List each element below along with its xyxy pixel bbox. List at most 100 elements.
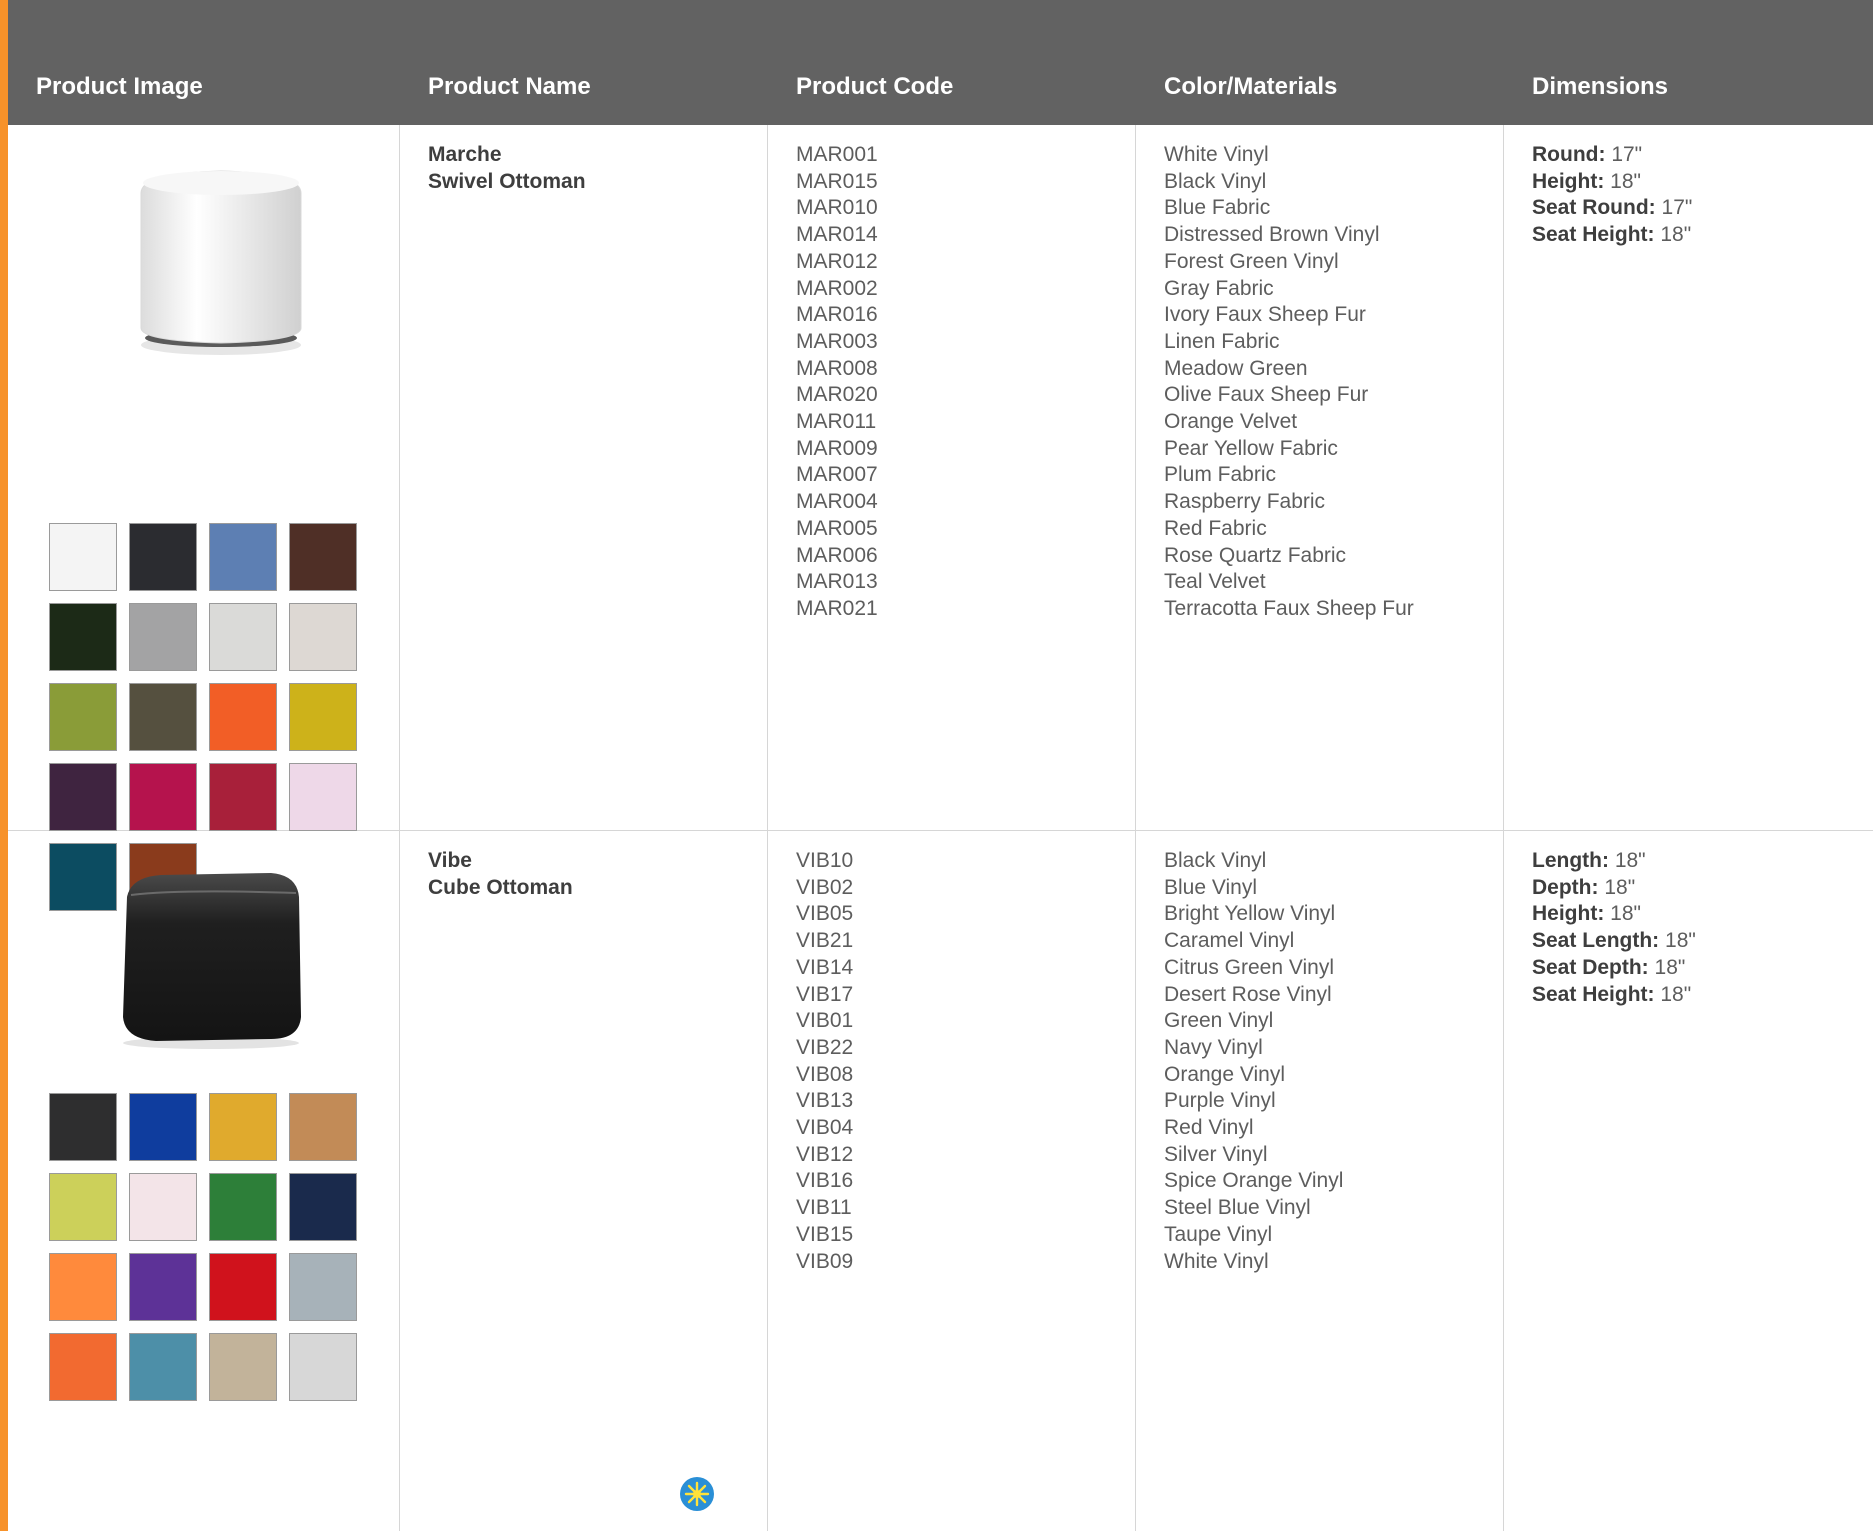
color-swatch[interactable] xyxy=(289,523,357,591)
color-swatch[interactable] xyxy=(289,1093,357,1161)
color-swatch[interactable] xyxy=(289,683,357,751)
header-product-name: Product Name xyxy=(428,73,591,100)
product-name-cell: Marche Swivel Ottoman xyxy=(400,125,768,830)
header-product-code: Product Code xyxy=(796,73,954,100)
header-product-image: Product Image xyxy=(36,73,203,100)
product-code: VIB14 xyxy=(796,955,854,979)
dimension-label: Length: xyxy=(1532,849,1609,872)
color-swatch[interactable] xyxy=(49,683,117,751)
dimension-entry: Round: 17" xyxy=(1532,142,1873,169)
product-name-line2: Swivel Ottoman xyxy=(428,169,586,193)
color-swatch[interactable] xyxy=(209,683,277,751)
product-code: MAR006 xyxy=(796,543,878,567)
header-color-materials: Color/Materials xyxy=(1164,73,1338,100)
color-swatch[interactable] xyxy=(209,603,277,671)
color-swatch[interactable] xyxy=(289,1333,357,1401)
color-swatch[interactable] xyxy=(209,1253,277,1321)
dimension-value: 18" xyxy=(1604,875,1636,899)
color-swatch[interactable] xyxy=(49,1093,117,1161)
material-name: Caramel Vinyl xyxy=(1164,929,1295,953)
color-swatch[interactable] xyxy=(289,603,357,671)
dimension-list: Round: 17" Height: 18" Seat Round: 17" Seat… xyxy=(1504,125,1873,830)
material-name: Meadow Green xyxy=(1164,356,1308,380)
dimension-value: 18" xyxy=(1654,955,1686,979)
material-name: Blue Fabric xyxy=(1164,196,1271,220)
color-swatch[interactable] xyxy=(129,1093,197,1161)
cube-ottoman-icon xyxy=(123,873,301,1049)
dimension-entry: Seat Height: 18" xyxy=(1532,982,1873,1009)
dimension-label: Seat Depth: xyxy=(1532,955,1649,979)
color-swatch[interactable] xyxy=(129,763,197,831)
product-code: MAR003 xyxy=(796,329,878,353)
color-swatch[interactable] xyxy=(129,603,197,671)
product-code: MAR008 xyxy=(796,356,878,380)
material-name: Terracotta Faux Sheep Fur xyxy=(1164,596,1414,620)
swatch-grid xyxy=(49,1093,357,1401)
product-name-line2: Cube Ottoman xyxy=(428,875,573,899)
color-swatch[interactable] xyxy=(209,763,277,831)
product-code: MAR016 xyxy=(796,303,878,327)
color-swatch[interactable] xyxy=(289,1173,357,1241)
color-swatch[interactable] xyxy=(129,1333,197,1401)
round-ottoman-icon xyxy=(140,170,302,355)
dimension-value: 18" xyxy=(1614,849,1646,872)
dimension-label: Seat Height: xyxy=(1532,982,1655,1006)
color-swatch[interactable] xyxy=(209,1173,277,1241)
material-name: Pear Yellow Fabric xyxy=(1164,436,1338,460)
color-swatch[interactable] xyxy=(129,523,197,591)
dimension-label: Seat Height: xyxy=(1532,223,1655,247)
material-name: Black Vinyl xyxy=(1164,169,1267,193)
product-name-line1: Vibe xyxy=(428,849,472,872)
product-code: VIB16 xyxy=(796,1169,854,1193)
dimension-value: 18" xyxy=(1660,223,1692,247)
color-swatch[interactable] xyxy=(49,523,117,591)
color-swatch[interactable] xyxy=(49,1173,117,1241)
material-name: Citrus Green Vinyl xyxy=(1164,955,1335,979)
color-swatch[interactable] xyxy=(49,603,117,671)
product-code: MAR014 xyxy=(796,223,878,247)
product-code: VIB12 xyxy=(796,1142,854,1166)
dimension-entry: Height: 18" xyxy=(1532,901,1873,928)
color-swatch[interactable] xyxy=(49,763,117,831)
color-swatch[interactable] xyxy=(129,1253,197,1321)
material-name: Taupe Vinyl xyxy=(1164,1222,1273,1246)
material-name: Desert Rose Vinyl xyxy=(1164,982,1332,1006)
color-swatch[interactable] xyxy=(289,763,357,831)
dimension-label: Height: xyxy=(1532,169,1605,193)
material-name: Green Vinyl xyxy=(1164,1009,1274,1033)
dimension-label: Seat Length: xyxy=(1532,929,1660,953)
product-image-cell xyxy=(8,831,400,1531)
product-code: MAR004 xyxy=(796,490,878,514)
dimension-value: 18" xyxy=(1665,929,1696,953)
product-name-cell: Vibe Cube Ottoman xyxy=(400,831,768,1531)
material-name: Purple Vinyl xyxy=(1164,1089,1276,1113)
product-code: MAR009 xyxy=(796,436,878,460)
product-code: VIB17 xyxy=(796,982,854,1006)
material-name: Rose Quartz Fabric xyxy=(1164,543,1347,567)
product-code: MAR001 xyxy=(796,143,878,166)
product-code: VIB02 xyxy=(796,875,854,899)
product-table: Product Image Product Name Product Code … xyxy=(8,0,1873,1531)
color-swatch[interactable] xyxy=(209,523,277,591)
material-name: Bright Yellow Vinyl xyxy=(1164,902,1336,926)
dimension-value: 17" xyxy=(1611,143,1643,166)
color-swatch[interactable] xyxy=(129,683,197,751)
table-row: Marche Swivel Ottoman MAR001 MAR015 MAR010… xyxy=(8,125,1873,911)
color-swatch[interactable] xyxy=(49,1333,117,1401)
table-row: Vibe Cube Ottoman VIB10 VIB02 VIB05 VIB21 VI… xyxy=(8,831,1873,1531)
material-name: Forest Green Vinyl xyxy=(1164,249,1339,273)
sparkle-badge-icon[interactable] xyxy=(680,1477,714,1511)
product-code: MAR010 xyxy=(796,196,878,220)
material-name: Silver Vinyl xyxy=(1164,1142,1268,1166)
color-swatch[interactable] xyxy=(209,1093,277,1161)
material-name: Steel Blue Vinyl xyxy=(1164,1196,1311,1220)
material-name: Red Fabric xyxy=(1164,516,1267,540)
color-swatch[interactable] xyxy=(209,1333,277,1401)
material-list: White Vinyl Black Vinyl Blue Fabric Distres… xyxy=(1136,125,1504,830)
color-swatch[interactable] xyxy=(289,1253,357,1321)
product-code: VIB10 xyxy=(796,849,854,872)
material-name: Red Vinyl xyxy=(1164,1116,1254,1140)
material-name: Gray Fabric xyxy=(1164,276,1274,300)
color-swatch[interactable] xyxy=(129,1173,197,1241)
color-swatch[interactable] xyxy=(49,1253,117,1321)
